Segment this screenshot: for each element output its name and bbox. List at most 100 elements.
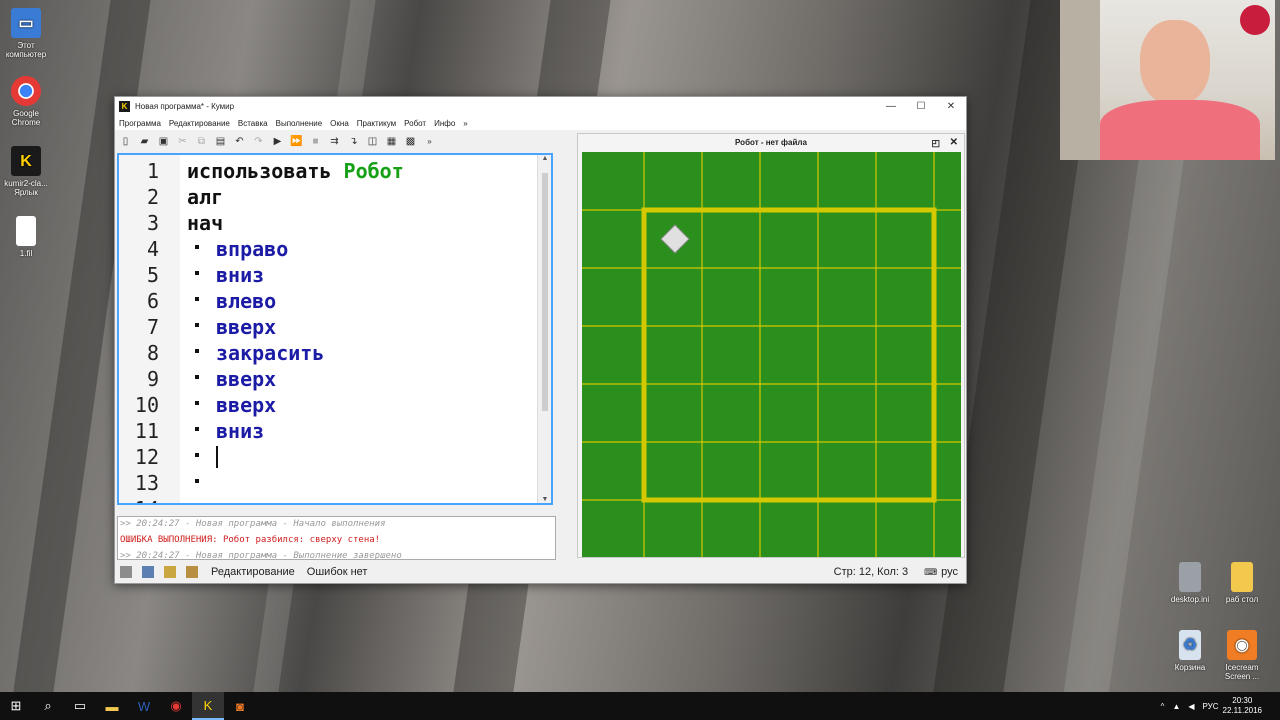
redo-icon[interactable]: ↷ <box>252 135 265 148</box>
window-title: Новая программа* - Кумир <box>135 102 235 111</box>
menu-windows[interactable]: Окна <box>330 119 349 128</box>
open-file-icon[interactable]: ▰ <box>138 135 151 148</box>
file-explorer-icon[interactable]: ▬ <box>96 692 128 720</box>
windows-start-icon[interactable]: ⊞ <box>0 692 32 720</box>
line-number: 14 <box>119 497 159 503</box>
window-mode-icon[interactable]: ◫ <box>366 135 379 148</box>
code-editor[interactable]: 1 использовать Робот 2 алг 3 нач 4 вправо 5 вниз 6… <box>117 153 553 505</box>
code-line[interactable]: 1 использовать Робот <box>119 159 551 185</box>
step-into-icon[interactable]: ↴ <box>347 135 360 148</box>
menu-insert[interactable]: Вставка <box>238 119 268 128</box>
status-errors: Ошибок нет <box>306 566 368 578</box>
kumir-taskbar-icon[interactable]: K <box>192 692 224 720</box>
step-over-icon[interactable]: ⇉ <box>328 135 341 148</box>
code-line[interactable]: 13 <box>119 471 551 497</box>
code-line[interactable]: 3 нач <box>119 211 551 237</box>
status-bar: Редактирование Ошибок нет Стр: 12, Кол: … <box>115 561 966 583</box>
icecream-taskbar-icon[interactable]: ◙ <box>224 692 256 720</box>
console-line-end: >> 20:24:27 - Новая программа - Выполнен… <box>120 551 402 560</box>
robot-panel-close-button[interactable]: ✕ <box>950 134 958 152</box>
desktop-icon-desktop-ini[interactable]: desktop.ini <box>1162 562 1218 604</box>
robot-command: закрасить <box>216 341 325 365</box>
code-line[interactable]: 9 вверх <box>119 367 551 393</box>
keyboard-icon: ⌨ <box>924 566 938 577</box>
code-text: использовать Робот <box>187 159 404 183</box>
desktop-icon-chrome[interactable]: Google Chrome <box>0 76 54 127</box>
search-icon[interactable]: ⌕ <box>32 692 64 720</box>
console-line-start: >> 20:24:27 - Новая программа - Начало в… <box>120 519 386 529</box>
close-button[interactable]: ✕ <box>936 101 966 112</box>
indent-marker <box>195 297 199 301</box>
stop-icon[interactable]: ■ <box>309 135 322 148</box>
output-console[interactable]: >> 20:24:27 - Новая программа - Начало в… <box>117 516 556 560</box>
keyword: алг <box>187 185 224 209</box>
code-line[interactable]: 2 алг <box>119 185 551 211</box>
run-step-icon[interactable]: ⏩ <box>290 135 303 148</box>
desktop-icon-this-pc[interactable]: ▭ Этот компьютер <box>0 8 54 59</box>
computer-icon: ▭ <box>11 8 41 38</box>
maximize-button[interactable]: ☐ <box>906 101 936 112</box>
robot-walls <box>641 207 937 503</box>
tray-clock[interactable]: 20:30 22.11.2016 <box>1223 696 1262 716</box>
menu-program[interactable]: Программа <box>119 119 161 128</box>
desktop-icon-label: Icecream Screen ... <box>1224 663 1260 681</box>
chrome-taskbar-icon[interactable]: ◉ <box>160 692 192 720</box>
status-position: Стр: 12, Кол: 3 <box>833 566 909 578</box>
minimize-button[interactable]: — <box>876 101 906 112</box>
code-text: алг <box>187 185 223 209</box>
volume-icon[interactable]: ◀ <box>1188 702 1194 711</box>
line-number: 13 <box>134 471 159 495</box>
indent-marker <box>195 323 199 327</box>
code-line[interactable]: 12 <box>119 445 551 471</box>
tray-chevron-icon[interactable]: ^ <box>1161 702 1165 711</box>
menu-run[interactable]: Выполнение <box>276 119 323 128</box>
desktop-icon-folder[interactable]: раб стол <box>1214 562 1270 604</box>
code-line[interactable]: 7 вверх <box>119 315 551 341</box>
task-view-icon[interactable]: ▭ <box>64 692 96 720</box>
menu-practicum[interactable]: Практикум <box>357 119 396 128</box>
menu-more[interactable]: » <box>463 119 467 128</box>
menu-info[interactable]: Инфо <box>434 119 455 128</box>
file-icon <box>16 216 36 246</box>
indent-marker <box>195 375 199 379</box>
undock-icon[interactable]: ◰ <box>931 134 940 152</box>
kumir-app-icon: K <box>119 101 130 112</box>
desktop-icon-kumir[interactable]: K kumir2-cla... Ярлык <box>0 146 54 197</box>
save-icon[interactable]: ▣ <box>157 135 170 148</box>
grid-icon[interactable]: ▦ <box>385 135 398 148</box>
robot-field[interactable] <box>582 152 961 557</box>
scrollbar-thumb[interactable] <box>542 173 548 411</box>
robot-view-icon[interactable]: ▩ <box>404 135 417 148</box>
robot-command: вверх <box>216 393 277 417</box>
code-text: вверх <box>216 393 276 417</box>
code-line[interactable]: 8 закрасить <box>119 341 551 367</box>
scroll-up-icon[interactable]: ▲ <box>538 155 551 162</box>
status-lang: рус <box>941 566 958 578</box>
tray-lang[interactable]: РУС <box>1203 702 1219 711</box>
code-line[interactable]: 11 вниз <box>119 419 551 445</box>
new-file-icon[interactable]: ▯ <box>119 135 132 148</box>
code-line[interactable]: 5 вниз <box>119 263 551 289</box>
code-line[interactable]: 10 вверх <box>119 393 551 419</box>
run-icon[interactable]: ▶ <box>271 135 284 148</box>
line-number: 5 <box>146 263 159 287</box>
network-icon[interactable]: ▲ <box>1172 702 1180 711</box>
code-line[interactable]: 14 <box>119 497 551 503</box>
toolbar-more-icon[interactable]: » <box>423 135 436 148</box>
undo-icon[interactable]: ↶ <box>233 135 246 148</box>
menu-robot[interactable]: Робот <box>404 119 426 128</box>
scroll-down-icon[interactable]: ▼ <box>538 496 551 503</box>
code-text: закрасить <box>216 341 324 365</box>
robot-field-svg <box>582 152 961 557</box>
desktop-icon-file[interactable]: 1.fil <box>0 216 54 258</box>
code-line[interactable]: 6 влево <box>119 289 551 315</box>
copy-icon[interactable]: ⧉ <box>195 135 208 148</box>
menu-edit[interactable]: Редактирование <box>169 119 230 128</box>
editor-scrollbar[interactable]: ▲ ▼ <box>537 155 551 503</box>
word-icon[interactable]: W <box>128 692 160 720</box>
code-line[interactable]: 4 вправо <box>119 237 551 263</box>
paste-icon[interactable]: ▤ <box>214 135 227 148</box>
desktop-icon-icecream[interactable]: ◉ Icecream Screen ... <box>1214 630 1270 681</box>
cut-icon[interactable]: ✂ <box>176 135 189 148</box>
desktop-icon-recycle-bin[interactable]: ♻ Корзина <box>1162 630 1218 672</box>
